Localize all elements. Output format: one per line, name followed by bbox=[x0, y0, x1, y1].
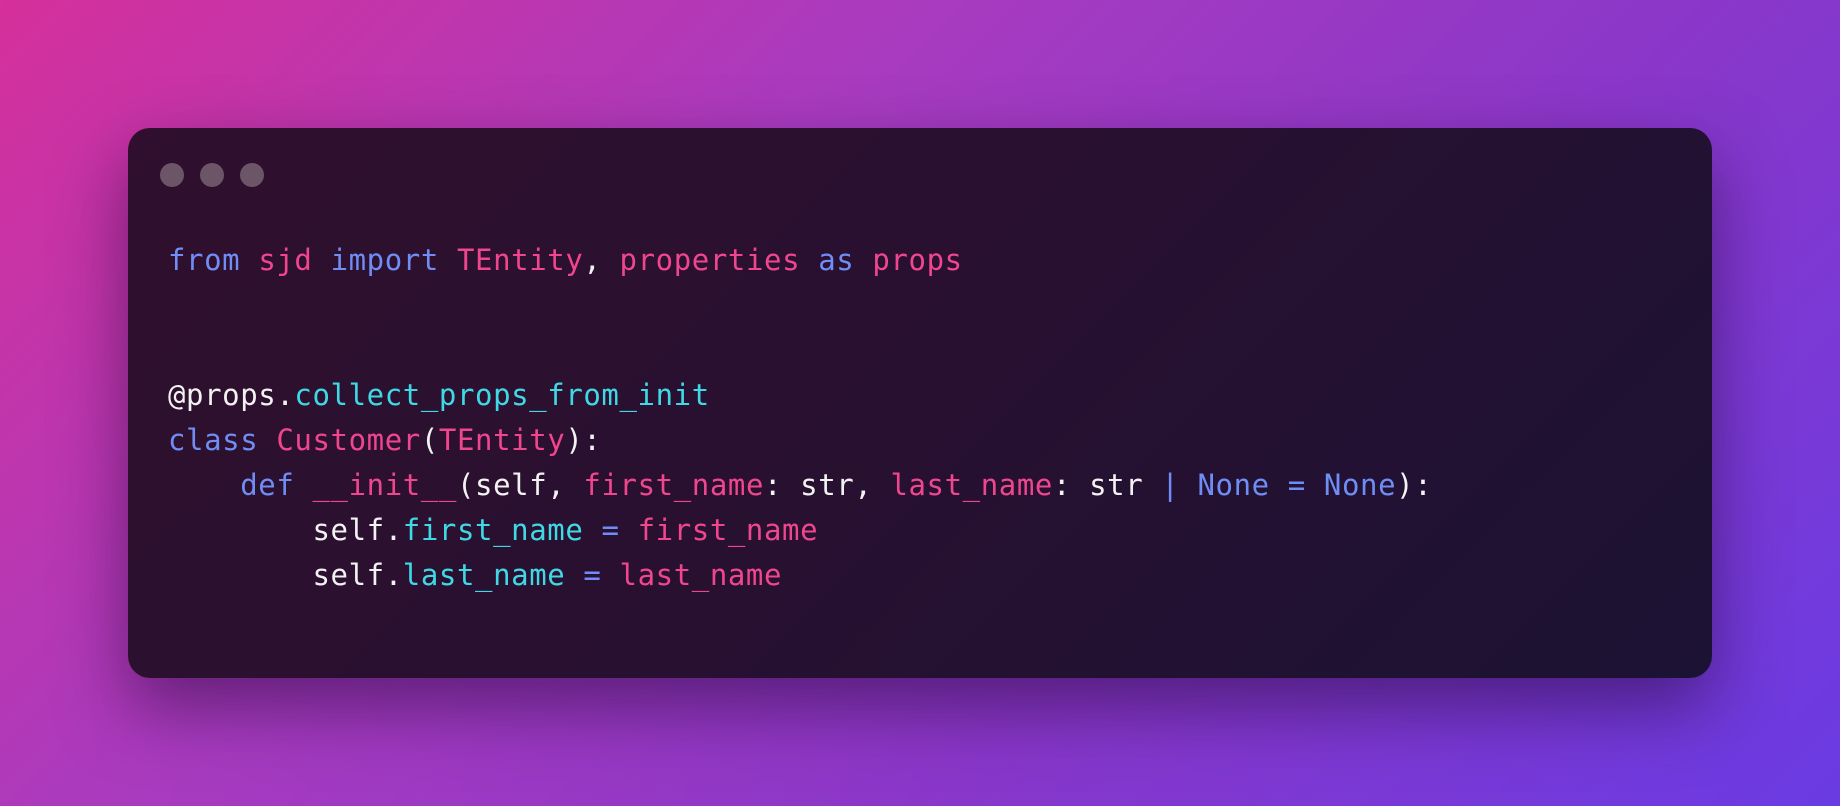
code-token: : str bbox=[1052, 468, 1162, 502]
code-token: sjd bbox=[258, 243, 313, 277]
code-token: = bbox=[1287, 468, 1306, 502]
code-token: None bbox=[1323, 468, 1397, 502]
code-token: : str, bbox=[764, 468, 891, 502]
maximize-dot-icon[interactable] bbox=[240, 163, 264, 187]
code-token: , bbox=[583, 243, 620, 277]
code-line: from sjd import TEntity, properties as p… bbox=[168, 238, 1432, 283]
code-token: Customer bbox=[276, 423, 421, 457]
code-token: properties bbox=[619, 243, 801, 277]
code-token: collect_props_from_init bbox=[294, 378, 710, 412]
code-line: def __init__(self, first_name: str, last… bbox=[168, 463, 1432, 508]
code-token: as bbox=[818, 243, 855, 277]
code-token: class bbox=[168, 423, 259, 457]
code-token: self. bbox=[168, 513, 403, 547]
code-token: import bbox=[330, 243, 439, 277]
code-line: class Customer(TEntity): bbox=[168, 418, 1432, 463]
code-token: last_name bbox=[619, 558, 783, 592]
code-token: TEntity bbox=[456, 243, 584, 277]
code-token: None bbox=[1197, 468, 1270, 502]
code-line: self.last_name = last_name bbox=[168, 553, 1432, 598]
code-token: first_name bbox=[637, 513, 819, 547]
code-token: last_name bbox=[890, 468, 1053, 502]
code-line: self.first_name = first_name bbox=[168, 508, 1432, 553]
code-line: @props.collect_props_from_init bbox=[168, 373, 1432, 418]
code-window: from sjd import TEntity, properties as p… bbox=[128, 128, 1712, 678]
code-token: @props. bbox=[168, 378, 295, 412]
code-token: (self, bbox=[456, 468, 584, 502]
code-block: from sjd import TEntity, properties as p… bbox=[168, 238, 1432, 598]
code-token: TEntity bbox=[438, 423, 566, 457]
code-token: self. bbox=[168, 558, 403, 592]
code-token: first_name bbox=[583, 468, 765, 502]
code-token: ): bbox=[1396, 468, 1433, 502]
code-token: props bbox=[872, 243, 963, 277]
code-token: = bbox=[601, 513, 620, 547]
code-token: __init__ bbox=[312, 468, 457, 502]
code-token: = bbox=[583, 558, 602, 592]
close-dot-icon[interactable] bbox=[160, 163, 184, 187]
minimize-dot-icon[interactable] bbox=[200, 163, 224, 187]
code-token: ( bbox=[420, 423, 439, 457]
code-token: ): bbox=[565, 423, 602, 457]
code-token: first_name bbox=[402, 513, 584, 547]
code-token: from bbox=[168, 243, 241, 277]
code-token: last_name bbox=[402, 558, 566, 592]
window-controls bbox=[160, 163, 264, 187]
code-token: def bbox=[240, 468, 295, 502]
code-token: | bbox=[1161, 468, 1180, 502]
